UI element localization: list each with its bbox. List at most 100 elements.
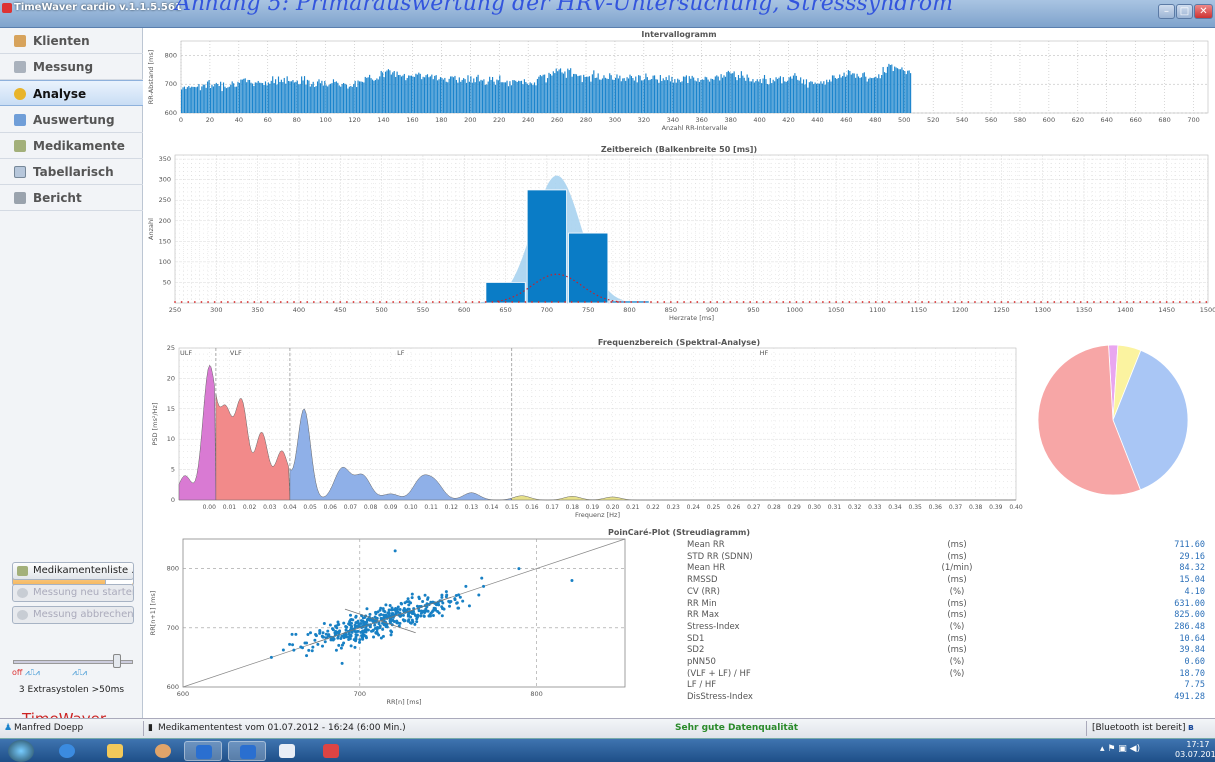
interval-bar xyxy=(901,67,903,113)
minimize-button[interactable]: – xyxy=(1158,4,1175,19)
histogram-baseline-dot xyxy=(174,301,176,303)
nav-item-auswertung[interactable]: Auswertung xyxy=(0,107,143,133)
person-icon xyxy=(155,744,171,758)
poincare-point xyxy=(403,619,407,623)
abort-measurement-button[interactable]: Messung abbrechen xyxy=(12,606,134,624)
spectral-x-tick: 0.25 xyxy=(707,504,721,511)
spectral-band-label: HF xyxy=(760,349,769,357)
poincare-point xyxy=(409,601,413,605)
interval-x-tick: 560 xyxy=(985,116,997,124)
interval-bar xyxy=(888,63,890,113)
nav-item-medikamente[interactable]: Medikamente xyxy=(0,133,143,159)
stat-value: 0.60 xyxy=(1184,657,1205,667)
maximize-button[interactable]: □ xyxy=(1176,4,1193,19)
interval-bar xyxy=(227,87,229,113)
interval-bar xyxy=(198,84,200,113)
nav-item-messung[interactable]: Messung xyxy=(0,54,143,80)
poincare-point xyxy=(307,648,311,652)
start-button[interactable] xyxy=(8,740,34,762)
stat-row: (VLF + LF) / HF (%) 18.70 xyxy=(687,669,1205,679)
interval-bar xyxy=(244,78,246,113)
interval-bar xyxy=(690,78,692,113)
poincare-point xyxy=(340,661,344,665)
poincare-point xyxy=(290,632,294,636)
interval-bar xyxy=(658,82,660,113)
spectral-x-tick: 0.03 xyxy=(263,504,277,511)
spectral-x-tick: 0.29 xyxy=(787,504,801,511)
interval-bar xyxy=(250,82,252,113)
interval-bar xyxy=(665,76,667,113)
histogram-baseline-dot xyxy=(312,301,315,303)
interval-bar xyxy=(703,79,705,113)
histogram-baseline-dot xyxy=(385,301,388,303)
histogram-baseline-dot xyxy=(940,301,943,303)
histogram-baseline-dot xyxy=(504,301,507,303)
interval-bar xyxy=(474,82,476,113)
histogram-baseline-dot xyxy=(1132,301,1135,303)
poincare-point xyxy=(396,621,400,625)
spectral-y-tick: 0 xyxy=(171,496,175,504)
spectral-y-tick: 5 xyxy=(171,466,175,474)
interval-bar xyxy=(327,86,329,113)
slider-thumb[interactable] xyxy=(113,654,121,668)
interval-bar xyxy=(829,79,831,113)
poincare-point xyxy=(318,629,322,633)
interval-bar xyxy=(194,86,196,113)
interval-bar xyxy=(458,77,460,113)
interval-bar xyxy=(678,79,680,113)
interval-bar xyxy=(264,81,267,113)
restart-measurement-button[interactable]: Messung neu starten ▾ xyxy=(12,584,134,602)
interval-bar xyxy=(571,76,573,113)
cardio-app-icon xyxy=(196,745,212,759)
poincare-point xyxy=(480,576,484,580)
taskbar-app-doc[interactable] xyxy=(268,741,306,761)
taskbar-app-cardio2[interactable] xyxy=(228,741,266,761)
poincare-point xyxy=(373,615,377,619)
interval-bar xyxy=(532,85,534,113)
interval-bar xyxy=(549,73,552,113)
poincare-point xyxy=(415,620,419,624)
nav-item-tabellarisch[interactable]: Tabellarisch xyxy=(0,159,143,185)
histogram-x-tick: 850 xyxy=(665,306,677,314)
nav-item-analyse[interactable]: Analyse xyxy=(0,80,143,106)
interval-bar xyxy=(188,85,190,113)
taskbar-explorer[interactable] xyxy=(96,741,134,761)
stat-unit: (ms) xyxy=(947,610,967,621)
interval-bar xyxy=(397,75,400,113)
nav-item-bericht[interactable]: Bericht xyxy=(0,185,143,211)
interval-bar xyxy=(421,79,423,113)
poincare-point xyxy=(320,644,324,648)
close-button[interactable]: ✕ xyxy=(1194,4,1213,19)
interval-bar xyxy=(192,86,194,113)
interval-x-tick: 200 xyxy=(464,116,476,124)
status-bluetooth: [Bluetooth ist bereit] xyxy=(1092,723,1186,733)
interval-x-tick: 280 xyxy=(580,116,592,124)
histogram-baseline-dot xyxy=(1185,301,1188,303)
interval-bar xyxy=(343,82,345,113)
taskbar-app-ecg[interactable] xyxy=(312,741,350,761)
histogram-baseline-dot xyxy=(788,301,791,303)
stat-unit: (ms) xyxy=(947,540,967,550)
nav-item-klienten[interactable]: Klienten xyxy=(0,28,143,54)
poincare-point xyxy=(342,636,346,640)
interval-bar xyxy=(748,77,750,113)
system-tray[interactable]: ▴ ⚑ ▣ ◀) xyxy=(1100,744,1140,754)
interval-bar xyxy=(419,73,421,113)
interval-bar xyxy=(228,86,230,113)
clock[interactable]: 17:1703.07.2012 xyxy=(1175,740,1215,760)
histogram-baseline-dot xyxy=(709,301,712,303)
medikamentenliste-button[interactable]: Medikamentenliste ... xyxy=(12,562,134,580)
histogram-baseline-dot xyxy=(1086,301,1089,303)
histogram-baseline-dot xyxy=(1198,301,1201,303)
poincare-point xyxy=(423,610,427,614)
taskbar-app-cardio[interactable] xyxy=(184,741,222,761)
stat-row: CV (RR) (%) 4.10 xyxy=(687,587,1205,597)
poincare-point xyxy=(457,606,461,610)
histogram-baseline-dot xyxy=(821,301,824,303)
interval-bar xyxy=(533,82,536,113)
histogram-baseline-dot xyxy=(987,301,990,303)
taskbar-app-user[interactable] xyxy=(144,741,182,761)
interval-x-tick: 300 xyxy=(609,116,621,124)
interval-bar xyxy=(610,75,612,113)
taskbar-ie[interactable] xyxy=(48,741,86,761)
